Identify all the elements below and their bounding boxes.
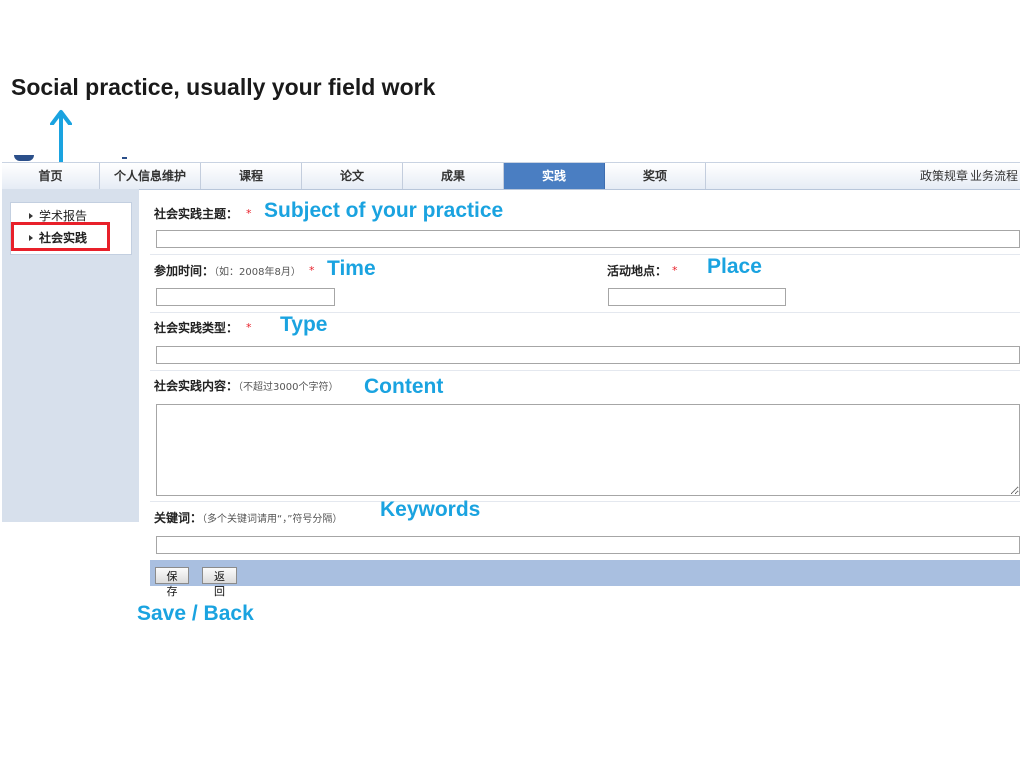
back-button[interactable]: 返回 [202,567,237,598]
type-input[interactable] [156,346,1020,364]
tab-achievements[interactable]: 成果 [403,163,504,189]
content-textarea[interactable] [156,404,1020,496]
type-label: 社会实践类型： [154,321,239,335]
tab-home[interactable]: 首页 [2,163,100,189]
logo-fragment-dot [122,157,127,159]
required-marker: * [246,321,252,334]
top-navigation: 首页 个人信息维护 课程 论文 成果 实践 奖项 政策规章 业务流程 [2,162,1020,190]
divider [150,501,1020,502]
link-workflow[interactable]: 业务流程 [970,163,1018,189]
keywords-label: 关键词：（多个关键词请用“，”符号分隔） [154,509,342,526]
time-hint: （如：2008年8月） [214,267,301,278]
annotation-subject: Subject of your practice [264,199,504,222]
link-policies[interactable]: 政策规章 [920,163,968,189]
tab-papers[interactable]: 论文 [302,163,403,189]
annotation-time: Time [327,257,376,280]
required-marker: * [309,264,315,277]
annotation-content: Content [364,375,444,398]
required-marker: * [246,207,252,220]
subject-label: 社会实践主题： [154,207,239,221]
slide-title: Social practice, usually your field work [11,74,436,100]
highlight-box [11,222,110,251]
time-input[interactable] [156,288,335,306]
annotation-keywords: Keywords [380,498,481,521]
tab-awards[interactable]: 奖项 [605,163,706,189]
place-input[interactable] [608,288,786,306]
divider [150,254,1020,255]
annotation-place: Place [707,255,762,278]
content-label-text: 社会实践内容： [154,379,239,393]
annotation-type: Type [280,313,328,336]
save-button[interactable]: 保存 [155,567,189,598]
content-label: 社会实践内容：（不超过3000个字符） [154,377,338,394]
logo-fragment [14,155,34,161]
tab-practice[interactable]: 实践 [504,163,605,189]
tab-personal-info[interactable]: 个人信息维护 [100,163,201,189]
subject-input[interactable] [156,230,1020,248]
place-label: 活动地点： [607,264,668,278]
triangle-right-icon [29,213,33,219]
keywords-hint: （多个关键词请用“，”符号分隔） [202,514,343,525]
arrow-up-icon [50,110,72,125]
time-label: 参加时间：（如：2008年8月） [154,262,301,279]
divider [150,370,1020,371]
button-bar [150,560,1020,586]
required-marker: * [672,264,678,277]
annotation-save-back: Save / Back [137,602,254,625]
keywords-input[interactable] [156,536,1020,554]
content-hint: （不超过3000个字符） [238,382,339,393]
tab-courses[interactable]: 课程 [201,163,302,189]
time-label-text: 参加时间： [154,264,215,278]
keywords-label-text: 关键词： [154,511,203,525]
